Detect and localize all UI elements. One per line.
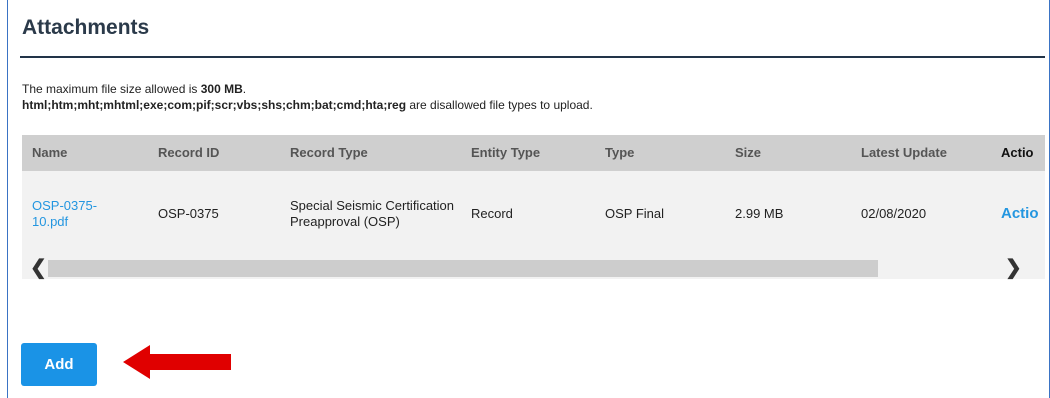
actions-menu-link[interactable]: Actio (1001, 171, 1039, 257)
table-header: Name Record ID Record Type Entity Type T… (22, 135, 1045, 171)
upload-info: The maximum file size allowed is 300 MB.… (22, 81, 593, 113)
file-name-link[interactable]: OSP-0375-10.pdf (32, 171, 122, 257)
column-header-entity-type[interactable]: Entity Type (471, 135, 540, 171)
cell-size: 2.99 MB (735, 206, 784, 221)
cell-entity-type: Record (471, 206, 513, 221)
disallowed-types: html;htm;mht;mhtml;exe;com;pif;scr;vbs;s… (22, 98, 407, 112)
attachments-table: Name Record ID Record Type Entity Type T… (22, 135, 1045, 283)
column-header-type[interactable]: Type (605, 135, 634, 171)
column-header-action: Actio (1001, 145, 1034, 160)
section-title: Attachments (22, 16, 150, 39)
max-size-value: 300 MB (200, 82, 243, 96)
column-header-record-type[interactable]: Record Type (290, 135, 368, 171)
column-header-name[interactable]: Name (32, 135, 67, 171)
add-button[interactable]: Add (21, 343, 97, 386)
cell-record-id: OSP-0375 (158, 206, 219, 221)
title-divider (20, 56, 1045, 58)
column-header-size[interactable]: Size (735, 135, 761, 171)
column-header-record-id[interactable]: Record ID (158, 135, 219, 171)
table-row: OSP-0375-10.pdf OSP-0375 Special Seismic… (22, 171, 1045, 257)
red-arrow-left-icon (123, 345, 231, 379)
chevron-right-icon[interactable]: ❯ (1005, 258, 1022, 278)
max-size-line: The maximum file size allowed is 300 MB. (22, 82, 247, 96)
cell-latest-update: 02/08/2020 (861, 206, 927, 221)
cell-record-type: Special Seismic Certification Preapprova… (290, 198, 455, 229)
scrollbar-thumb[interactable] (48, 260, 878, 277)
cell-type: OSP Final (605, 206, 665, 221)
column-header-latest-update[interactable]: Latest Update (861, 135, 947, 171)
disallowed-types-line: html;htm;mht;mhtml;exe;com;pif;scr;vbs;s… (22, 98, 593, 112)
horizontal-scrollbar[interactable]: ❮ ❯ (22, 257, 1045, 279)
chevron-left-icon[interactable]: ❮ (30, 258, 47, 278)
